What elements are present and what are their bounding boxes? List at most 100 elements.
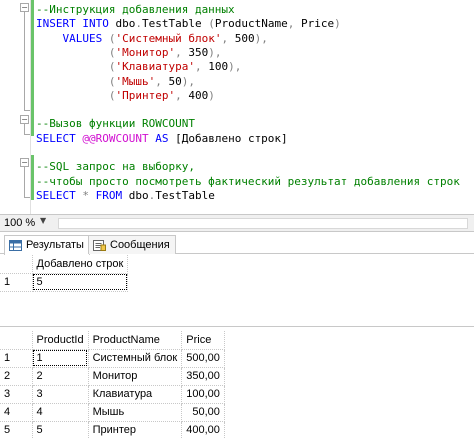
sql-editor[interactable]: − − − --Инструкция добавления данных INSE… <box>0 0 474 214</box>
code-token: @@ROWCOUNT <box>82 131 149 145</box>
code-token: , <box>175 88 189 102</box>
code-token: ( <box>36 88 116 102</box>
table-cell[interactable]: 1 <box>32 349 89 368</box>
table-row[interactable]: 2 2 Монитор 350,00 <box>0 367 225 386</box>
code-token: TestTable <box>141 17 209 31</box>
table-cell[interactable]: 3 <box>32 385 89 404</box>
results-tabs: Результаты Сообщения <box>0 232 474 255</box>
table-cell[interactable]: 100,00 <box>181 385 225 404</box>
table-cell[interactable]: 400,00 <box>181 421 225 439</box>
change-marker <box>31 112 34 136</box>
code-token: dbo <box>128 188 149 202</box>
code-token: , <box>194 60 209 74</box>
table-cell[interactable]: 2 <box>32 367 89 386</box>
fold-toggle-icon[interactable]: − <box>20 158 29 167</box>
row-number: 1 <box>0 273 33 292</box>
code-token: , <box>175 45 189 59</box>
code-token: AS <box>148 131 176 145</box>
row-number-header <box>0 255 33 274</box>
code-token: --чтобы просто посмотреть фактический ре… <box>36 174 460 188</box>
code-token: INSERT INTO <box>36 17 116 31</box>
editor-status-bar: 100 % ▼ <box>0 214 474 232</box>
code-line[interactable]: SELECT @@ROWCOUNT AS [Добавлено строк] <box>36 131 288 147</box>
column-header[interactable]: ProductId <box>32 331 89 350</box>
code-token: ), <box>228 60 242 74</box>
table-cell[interactable]: 4 <box>32 403 89 422</box>
table-cell[interactable]: Принтер <box>88 421 183 439</box>
table-cell[interactable]: 50,00 <box>181 403 225 422</box>
code-token: ProductName <box>214 17 288 31</box>
grid-header-row: ProductId ProductName Price <box>0 331 225 350</box>
tab-results[interactable]: Результаты <box>4 235 90 255</box>
table-row[interactable]: 3 3 Клавиатура 100,00 <box>0 385 225 404</box>
code-token: --Вызов функции ROWCOUNT <box>36 117 195 131</box>
code-token: VALUES <box>36 31 109 45</box>
code-token: 400 <box>188 88 209 102</box>
code-line[interactable]: SELECT * FROM dbo.TestTable <box>36 188 215 204</box>
grid-header-row: Добавлено строк <box>0 255 129 274</box>
horizontal-scrollbar[interactable] <box>58 218 468 229</box>
table-cell[interactable]: Мышь <box>88 403 183 422</box>
chevron-down-icon[interactable]: ▼ <box>40 216 46 225</box>
messages-icon <box>93 239 106 251</box>
code-token: FROM <box>95 188 129 202</box>
code-token: ), <box>208 45 222 59</box>
code-token: ) <box>208 88 215 102</box>
table-cell[interactable]: 5 <box>32 421 89 439</box>
row-number-header <box>0 331 33 350</box>
table-cell[interactable]: 500,00 <box>181 349 225 368</box>
column-header[interactable]: Price <box>181 331 225 350</box>
grid-divider <box>0 326 474 327</box>
zoom-value: 100 % <box>4 217 36 229</box>
table-row[interactable]: 1 1 Системный блок 500,00 <box>0 349 225 368</box>
table-cell[interactable]: Монитор <box>88 367 183 386</box>
change-marker <box>31 0 34 112</box>
table-row[interactable]: 1 5 <box>0 273 129 292</box>
code-token: [Добавлено строк] <box>175 131 288 145</box>
tab-messages-label: Сообщения <box>110 238 170 251</box>
code-line[interactable]: ('Принтер', 400) <box>36 88 215 104</box>
code-token: 500 <box>234 31 255 45</box>
code-token: * <box>82 188 96 202</box>
code-token: ( <box>36 45 116 59</box>
code-token: 'Монитор' <box>115 45 176 59</box>
fold-end <box>24 110 30 111</box>
fold-toggle-icon[interactable]: − <box>20 3 29 12</box>
table-cell[interactable]: Клавиатура <box>88 385 183 404</box>
code-token: ( <box>36 74 116 88</box>
code-token: --SQL запрос на выборку, <box>36 160 195 174</box>
change-marker <box>31 155 34 200</box>
code-token: ( <box>36 60 116 74</box>
code-token: SELECT <box>36 188 83 202</box>
column-header[interactable]: ProductName <box>88 331 183 350</box>
grid-icon <box>9 240 22 251</box>
results-grid-table[interactable]: ProductId ProductName Price 1 1 Системны… <box>0 331 225 439</box>
table-row[interactable]: 5 5 Принтер 400,00 <box>0 421 225 439</box>
fold-end <box>24 134 30 135</box>
code-token: 350 <box>188 45 209 59</box>
tab-messages[interactable]: Сообщения <box>88 235 176 254</box>
column-header[interactable]: Добавлено строк <box>32 255 129 274</box>
table-row[interactable]: 4 4 Мышь 50,00 <box>0 403 225 422</box>
code-token: TestTable <box>155 188 215 202</box>
code-token: Price <box>300 17 335 31</box>
code-token: --Инструкция добавления данных <box>36 3 235 16</box>
code-token: ) <box>334 17 341 31</box>
code-token: , <box>221 31 235 45</box>
code-token: 'Принтер' <box>115 88 176 102</box>
code-token: , <box>287 17 301 31</box>
fold-end <box>24 197 30 198</box>
table-cell[interactable]: 350,00 <box>181 367 225 386</box>
row-number: 1 <box>0 349 33 368</box>
row-number: 5 <box>0 421 33 439</box>
code-token: . <box>135 17 142 31</box>
code-token: 100 <box>208 60 229 74</box>
table-cell[interactable]: Системный блок <box>88 349 183 368</box>
code-token: ), <box>181 74 195 88</box>
code-token: , <box>155 74 169 88</box>
code-token: 'Мышь' <box>115 74 156 88</box>
results-grid-rowcount[interactable]: Добавлено строк 1 5 <box>0 255 129 292</box>
row-number: 3 <box>0 385 33 404</box>
fold-toggle-icon[interactable]: − <box>20 115 29 124</box>
table-cell[interactable]: 5 <box>32 273 129 292</box>
